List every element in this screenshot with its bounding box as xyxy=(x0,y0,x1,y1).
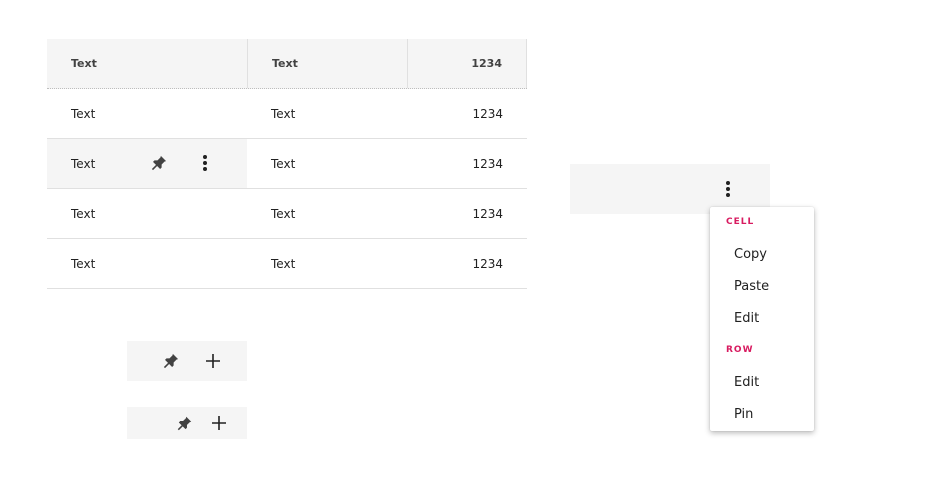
table-row[interactable]: Text Text 1234 xyxy=(47,139,527,189)
menu-item-paste[interactable]: Paste xyxy=(734,277,769,297)
table-cell[interactable]: Text xyxy=(247,89,407,138)
table-cell[interactable]: Text xyxy=(247,139,407,188)
table-cell[interactable]: 1234 xyxy=(407,139,527,188)
plus-icon[interactable] xyxy=(209,413,229,433)
pin-icon[interactable] xyxy=(174,413,194,433)
table-cell[interactable]: Text xyxy=(247,239,407,288)
cell-toolbar xyxy=(127,341,247,381)
table-cell[interactable]: Text xyxy=(247,189,407,238)
cell-toolbar-compact xyxy=(127,407,247,439)
pin-icon[interactable] xyxy=(160,350,182,372)
header-cell[interactable]: Text xyxy=(247,39,407,88)
table-cell[interactable]: Text xyxy=(47,89,247,138)
table-row[interactable]: Text Text 1234 xyxy=(47,239,527,289)
table-cell[interactable]: 1234 xyxy=(407,189,527,238)
data-table: Text Text 1234 Text Text 1234 Text Text … xyxy=(47,39,527,289)
pin-icon[interactable] xyxy=(149,153,169,173)
header-cell[interactable]: 1234 xyxy=(407,39,527,88)
more-vert-icon[interactable] xyxy=(195,153,215,173)
table-cell-hovered[interactable]: Text xyxy=(47,139,247,188)
table-cell[interactable]: Text xyxy=(47,239,247,288)
context-menu: CELL Copy Paste Edit ROW Edit Pin xyxy=(710,207,814,431)
table-row[interactable]: Text Text 1234 xyxy=(47,189,527,239)
table-header-row: Text Text 1234 xyxy=(47,39,527,89)
menu-item-pin[interactable]: Pin xyxy=(734,405,753,425)
menu-section-cell: CELL xyxy=(726,217,755,227)
menu-item-edit-cell[interactable]: Edit xyxy=(734,309,759,329)
table-cell[interactable]: 1234 xyxy=(407,89,527,138)
menu-section-row: ROW xyxy=(726,345,754,355)
more-vert-icon[interactable] xyxy=(718,179,738,199)
menu-item-copy[interactable]: Copy xyxy=(734,245,767,265)
table-cell-text: Text xyxy=(71,156,96,171)
table-cell[interactable]: 1234 xyxy=(407,239,527,288)
table-row[interactable]: Text Text 1234 xyxy=(47,89,527,139)
menu-item-edit-row[interactable]: Edit xyxy=(734,373,759,393)
header-cell[interactable]: Text xyxy=(47,39,247,88)
plus-icon[interactable] xyxy=(203,351,223,371)
table-cell[interactable]: Text xyxy=(47,189,247,238)
